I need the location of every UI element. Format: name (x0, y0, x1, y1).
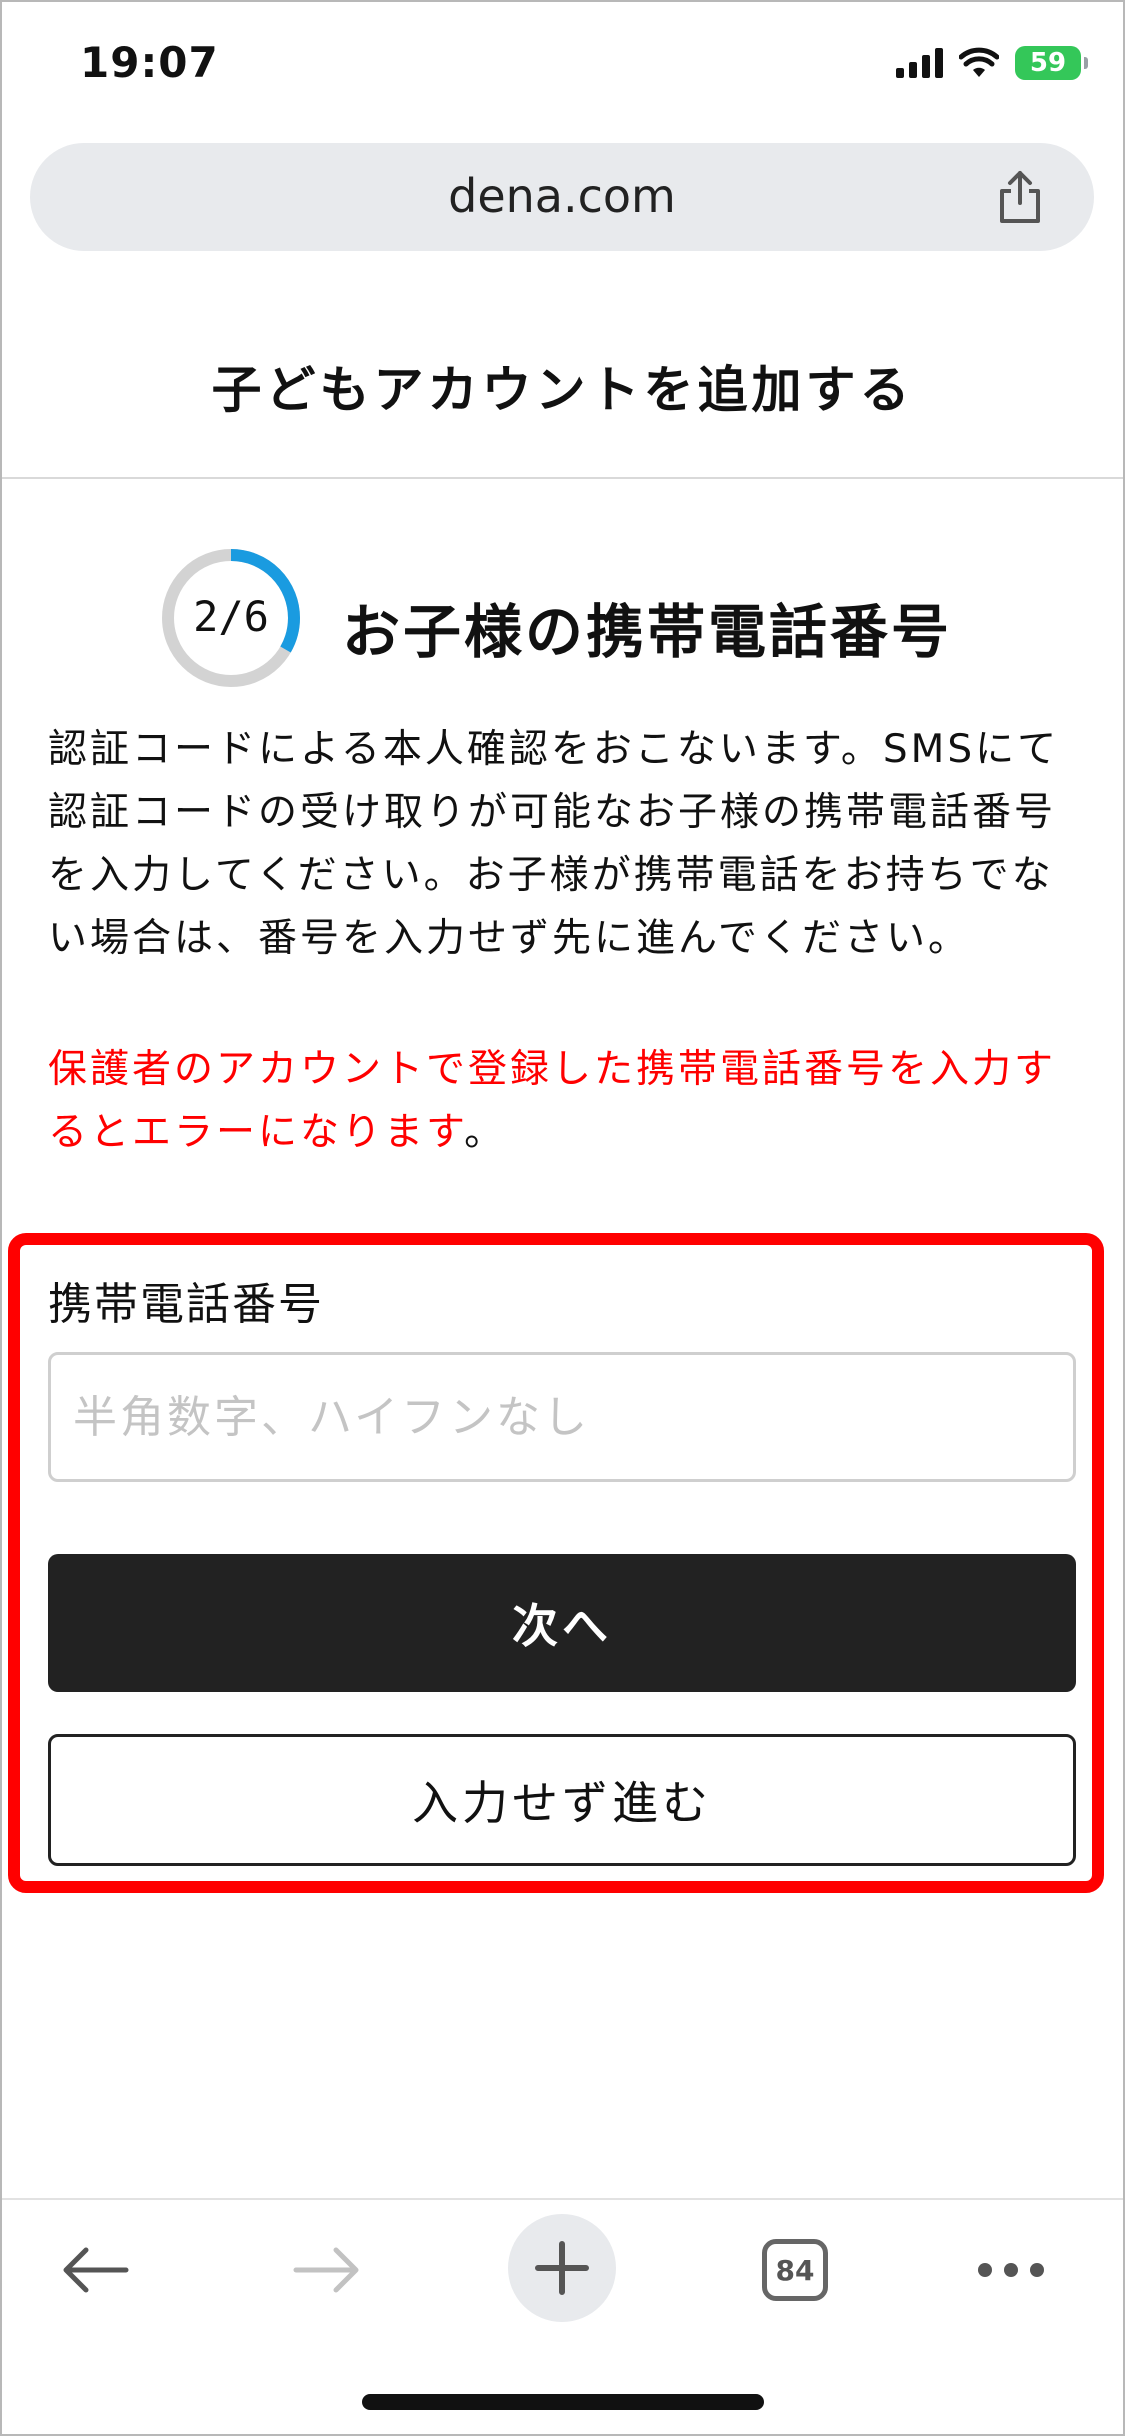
forward-button[interactable] (282, 2220, 372, 2320)
back-button[interactable] (50, 2220, 140, 2320)
address-bar[interactable]: dena.com (30, 143, 1094, 251)
forward-arrow-icon (293, 2247, 359, 2293)
phone-field-label: 携帯電話番号 (48, 1279, 324, 1330)
new-tab-button[interactable] (508, 2214, 616, 2322)
next-button[interactable]: 次へ (48, 1554, 1076, 1692)
tab-count: 84 (775, 2253, 815, 2287)
warning-message: 保護者のアカウントで登録した携帯電話番号を入力するとエラーになります (48, 1047, 1057, 1155)
home-indicator (362, 2394, 764, 2410)
warning-text: 保護者のアカウントで登録した携帯電話番号を入力するとエラーになります。 (48, 1038, 1078, 1164)
battery-level: 59 (1029, 48, 1067, 78)
warning-period: 。 (464, 1110, 507, 1155)
status-icons: 59 (896, 46, 1088, 80)
cellular-signal-icon (896, 48, 943, 78)
skip-button[interactable]: 入力せず進む (48, 1734, 1076, 1866)
step-counter: 2/6 (193, 592, 269, 641)
header-divider (2, 477, 1123, 479)
status-time: 19:07 (80, 38, 219, 87)
tabs-button[interactable]: 84 (750, 2220, 840, 2320)
more-icon (978, 2263, 1044, 2277)
back-arrow-icon (63, 2247, 129, 2293)
url-text[interactable]: dena.com (30, 169, 1094, 223)
share-icon[interactable] (990, 167, 1050, 227)
toolbar-divider (2, 2198, 1123, 2200)
step-title: お子様の携帯電話番号 (342, 598, 953, 666)
plus-icon (535, 2241, 589, 2295)
phone-number-input[interactable] (48, 1352, 1076, 1482)
page-title: 子どもアカウントを追加する (211, 361, 914, 419)
description-text: 認証コードによる本人確認をおこないます。SMSにて認証コードの受け取りが可能なお… (48, 727, 1060, 961)
battery-icon: 59 (1015, 46, 1088, 80)
wifi-icon (959, 47, 999, 77)
tabs-icon: 84 (762, 2239, 828, 2301)
more-button[interactable] (966, 2220, 1056, 2320)
